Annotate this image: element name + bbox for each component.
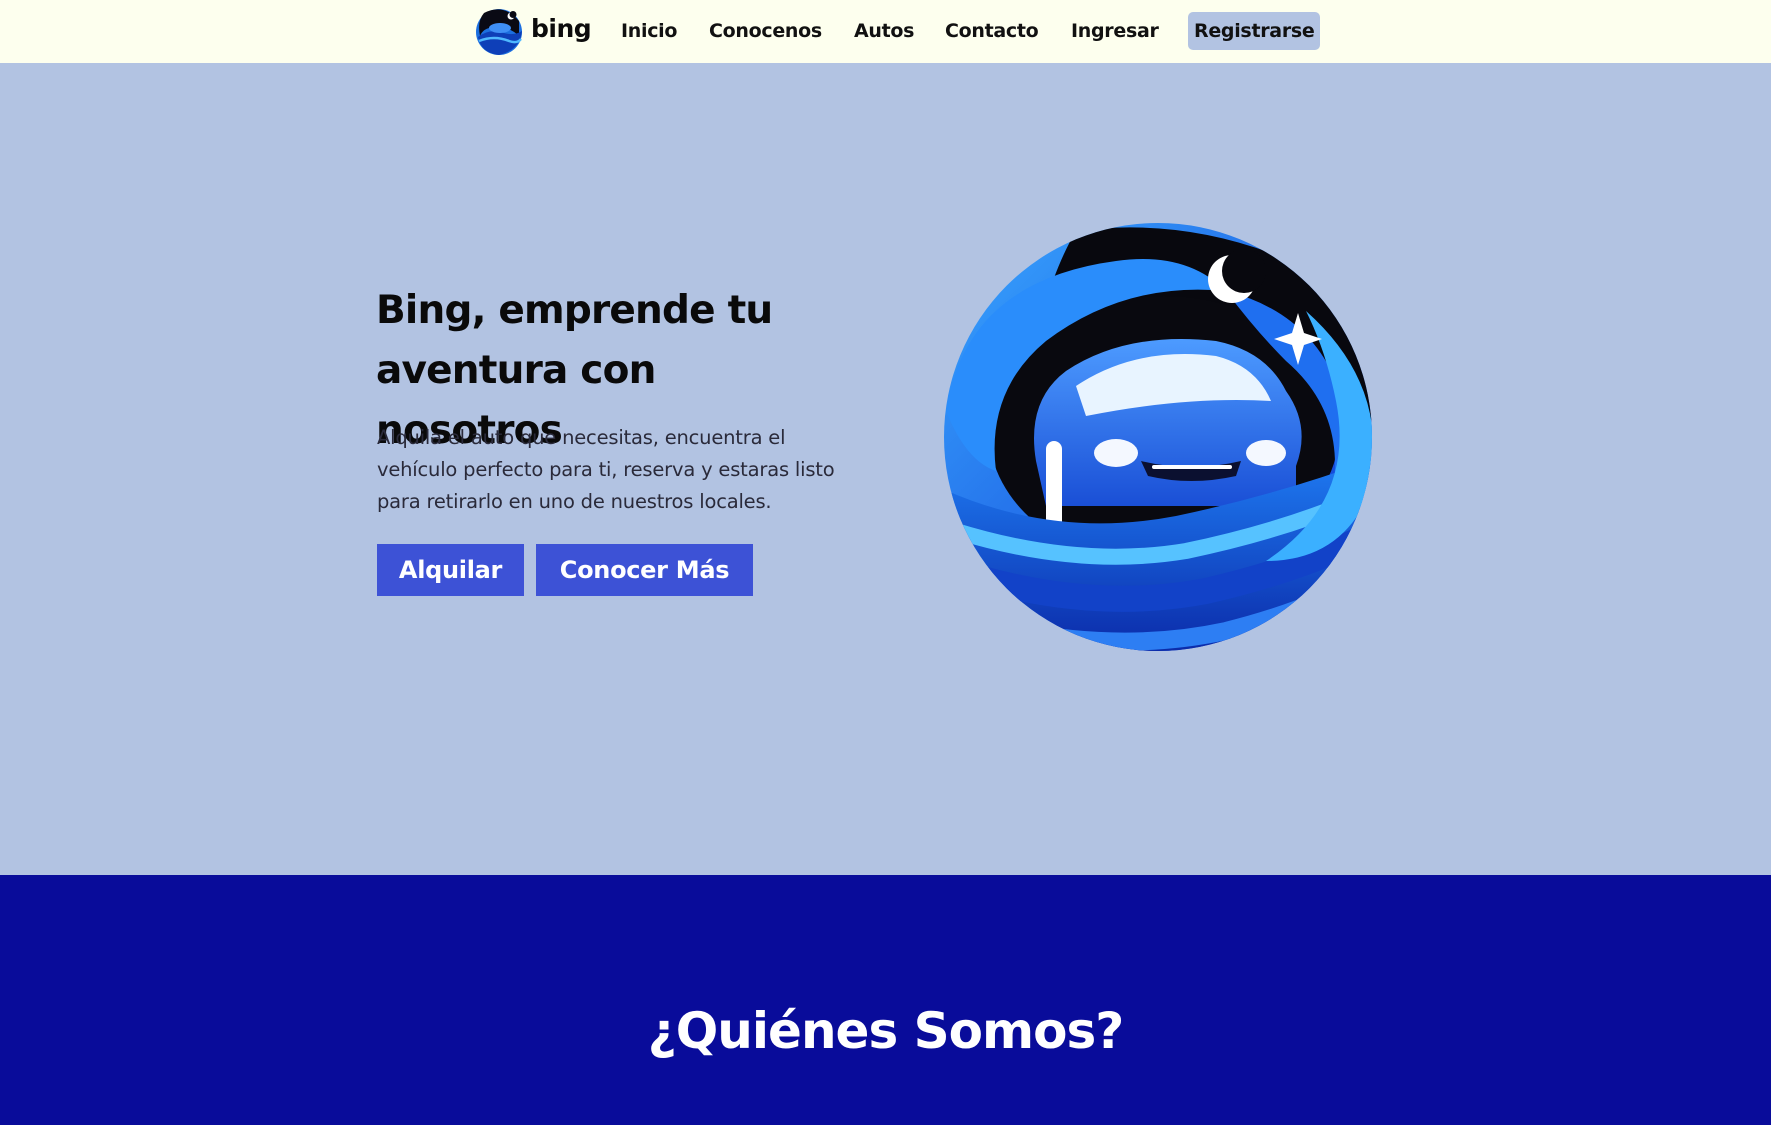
nav-conocenos[interactable]: Conocenos xyxy=(709,12,822,50)
navbar: bing Inicio Conocenos Autos Contacto Ing… xyxy=(0,0,1771,63)
about-title: ¿Quiénes Somos? xyxy=(647,1002,1124,1060)
car-wave-logo-illustration xyxy=(944,223,1372,651)
brand-name: bing xyxy=(531,13,592,43)
hero-description: Alquila el auto que necesitas, encuentra… xyxy=(377,426,835,513)
brand[interactable]: bing xyxy=(473,6,592,56)
nav-ingresar[interactable]: Ingresar xyxy=(1071,12,1159,50)
nav-inicio[interactable]: Inicio xyxy=(621,12,677,50)
nav-autos[interactable]: Autos xyxy=(854,12,914,50)
rent-button[interactable]: Alquilar xyxy=(377,544,524,596)
about-section: ¿Quiénes Somos? xyxy=(0,875,1771,1125)
nav-contacto[interactable]: Contacto xyxy=(945,12,1039,50)
brand-logo-icon xyxy=(476,9,522,55)
hero-section: Bing, emprende tu aventura con nosotros … xyxy=(0,63,1771,875)
register-button[interactable]: Registrarse xyxy=(1188,12,1321,50)
learn-more-button[interactable]: Conocer Más xyxy=(536,544,753,596)
